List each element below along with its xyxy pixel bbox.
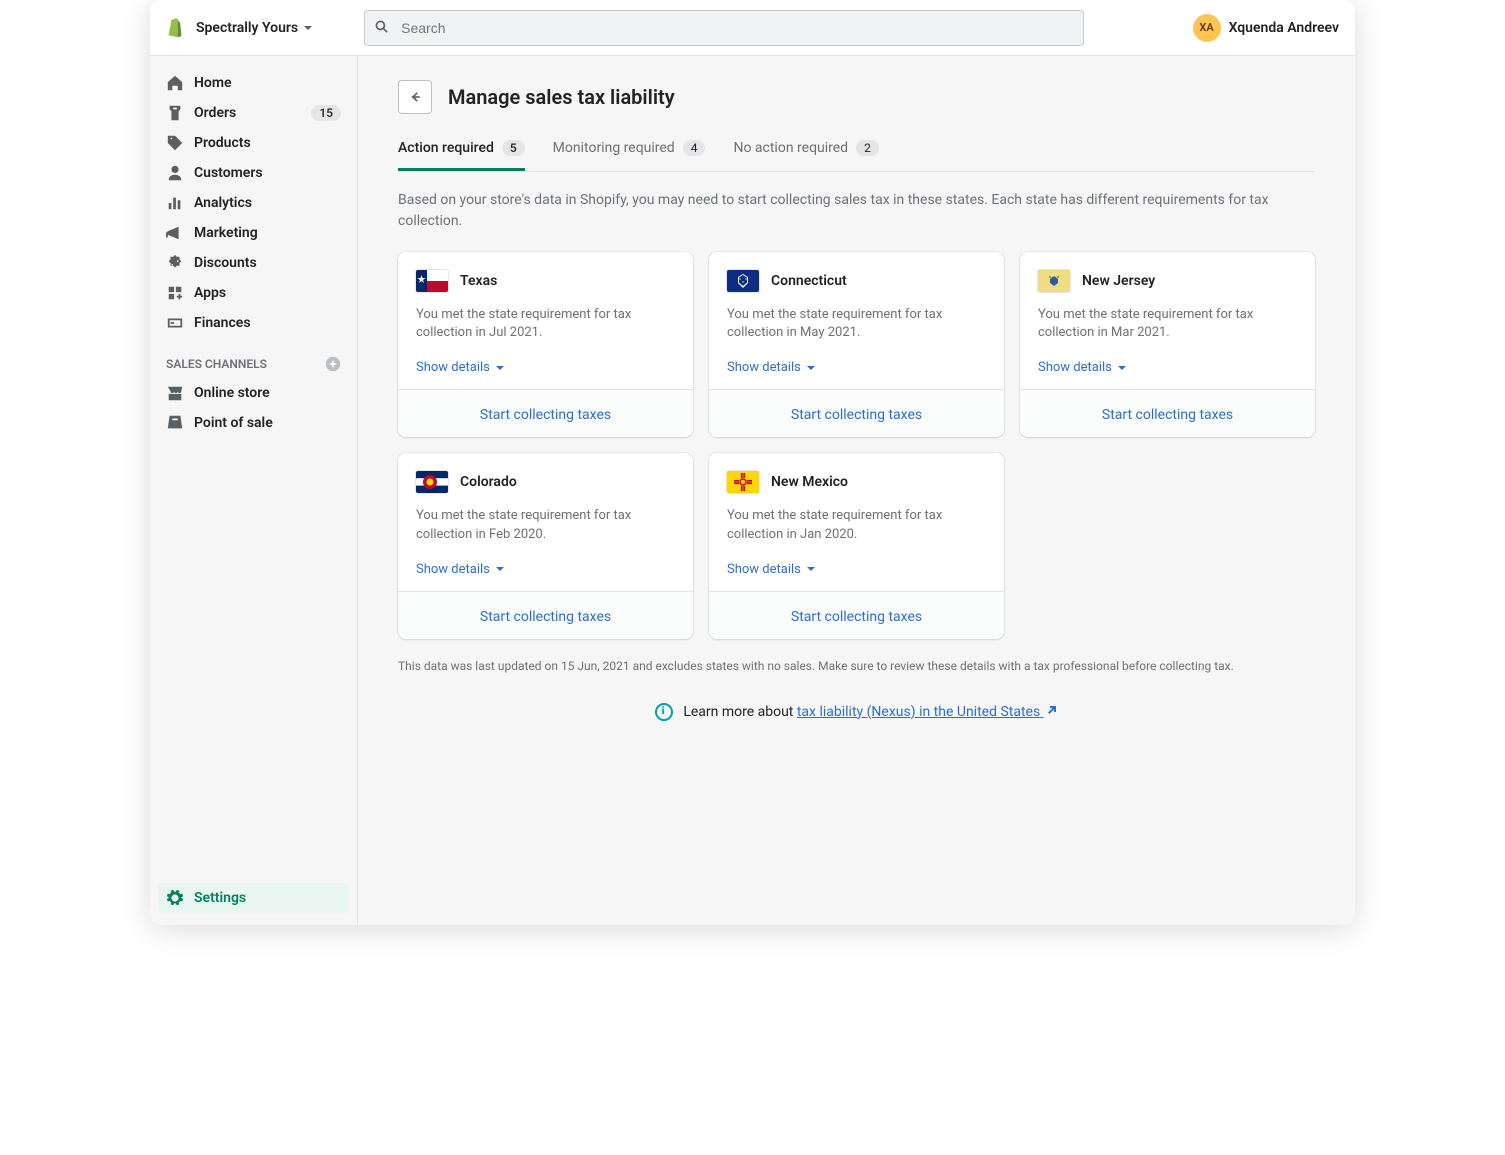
start-collecting-link[interactable]: Start collecting taxes [1102,407,1233,423]
nav-discounts[interactable]: Discounts [150,248,357,278]
show-details-link[interactable]: Show details [727,562,817,577]
store-icon [166,384,184,402]
state-name: New Jersey [1082,273,1155,289]
start-collecting-link[interactable]: Start collecting taxes [791,609,922,625]
sidebar: Home Orders15 Products Customers Analyti… [150,56,358,925]
add-channel-icon[interactable] [325,356,341,372]
gear-icon [166,889,184,907]
store-selector[interactable]: Spectrally Yours [196,20,312,36]
tag-icon [166,134,184,152]
user-menu[interactable]: XA Xquenda Andreev [1193,14,1339,42]
home-icon [166,74,184,92]
state-name: New Mexico [771,474,848,490]
show-details-link[interactable]: Show details [416,562,506,577]
store-name: Spectrally Yours [196,20,298,36]
arrow-left-icon [407,89,423,105]
state-name: Colorado [460,474,517,490]
show-details-link[interactable]: Show details [416,360,506,375]
flag-connecticut-icon [727,270,759,292]
show-details-link[interactable]: Show details [727,360,817,375]
state-card: New Jersey You met the state requirement… [1020,252,1315,437]
chevron-down-icon [494,563,506,575]
state-cards-grid: Texas You met the state requirement for … [398,252,1315,639]
chevron-down-icon [805,563,817,575]
start-collecting-link[interactable]: Start collecting taxes [480,407,611,423]
tab-action-required[interactable]: Action required5 [398,140,525,171]
start-collecting-link[interactable]: Start collecting taxes [480,609,611,625]
analytics-icon [166,194,184,212]
chevron-down-icon [1116,362,1128,374]
search-icon [374,19,390,35]
state-requirement-text: You met the state requirement for tax co… [727,306,986,342]
flag-texas-icon [416,270,448,292]
tab-monitoring-required[interactable]: Monitoring required4 [553,140,706,171]
state-name: Texas [460,273,497,289]
state-card: Colorado You met the state requirement f… [398,453,693,638]
orders-badge: 15 [311,105,341,121]
flag-new-jersey-icon [1038,270,1070,292]
flag-new-mexico-icon [727,471,759,493]
person-icon [166,164,184,182]
state-requirement-text: You met the state requirement for tax co… [727,507,986,543]
user-name: Xquenda Andreev [1229,20,1339,36]
start-collecting-link[interactable]: Start collecting taxes [791,407,922,423]
sales-channels-heading: SALES CHANNELS [150,338,357,378]
external-link-icon [1046,704,1058,716]
tabs: Action required5 Monitoring required4 No… [398,140,1315,172]
discount-icon [166,254,184,272]
finances-icon [166,314,184,332]
chevron-down-icon [494,362,506,374]
state-card: New Mexico You met the state requirement… [709,453,1004,638]
state-requirement-text: You met the state requirement for tax co… [416,507,675,543]
show-details-link[interactable]: Show details [1038,360,1128,375]
tab-no-action-required[interactable]: No action required2 [733,140,878,171]
orders-icon [166,104,184,122]
tab-description: Based on your store's data in Shopify, y… [398,190,1315,232]
learn-more-row: Learn more about tax liability (Nexus) i… [398,703,1315,721]
nav-products[interactable]: Products [150,128,357,158]
nav-home[interactable]: Home [150,68,357,98]
data-footnote: This data was last updated on 15 Jun, 20… [398,659,1315,673]
nav-finances[interactable]: Finances [150,308,357,338]
nav-settings[interactable]: Settings [158,883,349,913]
nav-online-store[interactable]: Online store [150,378,357,408]
info-icon [655,703,673,721]
chevron-down-icon [304,26,312,34]
nav-analytics[interactable]: Analytics [150,188,357,218]
learn-more-link[interactable]: tax liability (Nexus) in the United Stat… [797,704,1058,720]
shopify-logo-icon [166,18,184,38]
flag-colorado-icon [416,471,448,493]
state-card: Texas You met the state requirement for … [398,252,693,437]
search-input[interactable] [364,10,1084,46]
back-button[interactable] [398,80,432,114]
nav-apps[interactable]: Apps [150,278,357,308]
state-requirement-text: You met the state requirement for tax co… [416,306,675,342]
nav-point-of-sale[interactable]: Point of sale [150,408,357,438]
state-card: Connecticut You met the state requiremen… [709,252,1004,437]
main-content: Manage sales tax liability Action requir… [358,56,1355,925]
page-title: Manage sales tax liability [448,85,675,109]
nav-customers[interactable]: Customers [150,158,357,188]
state-requirement-text: You met the state requirement for tax co… [1038,306,1297,342]
state-name: Connecticut [771,273,847,289]
apps-icon [166,284,184,302]
avatar: XA [1193,14,1221,42]
pos-icon [166,414,184,432]
megaphone-icon [166,224,184,242]
nav-marketing[interactable]: Marketing [150,218,357,248]
top-bar: Spectrally Yours XA Xquenda Andreev [150,0,1355,56]
nav-orders[interactable]: Orders15 [150,98,357,128]
chevron-down-icon [805,362,817,374]
